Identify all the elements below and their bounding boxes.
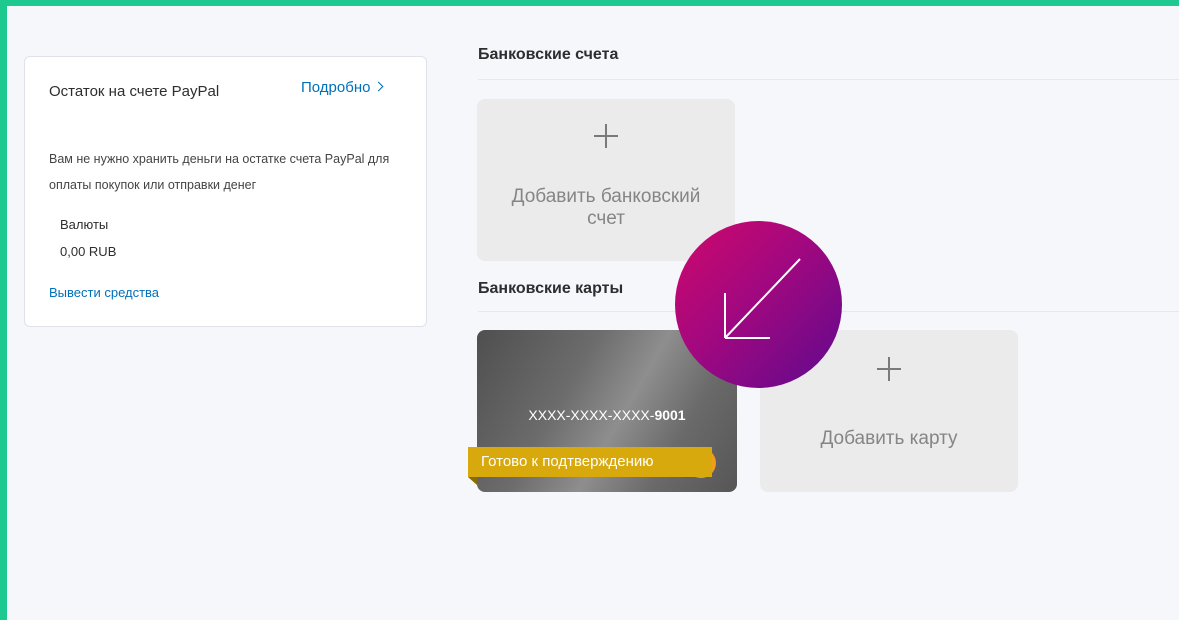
details-link-label: Подробно	[301, 79, 371, 96]
plus-icon	[594, 124, 618, 148]
withdraw-funds-link[interactable]: Вывести средства	[49, 285, 159, 300]
divider	[478, 79, 1179, 80]
balance-title: Остаток на счете PayPal	[49, 83, 220, 100]
card-number: XXXX-XXXX-XXXX-9001	[477, 407, 737, 423]
card-number-last4: 9001	[654, 407, 686, 423]
card-status-ribbon: Готово к подтверждению	[468, 447, 712, 477]
arrow-down-left-icon	[675, 221, 842, 388]
bank-accounts-heading: Банковские счета	[478, 46, 619, 63]
chevron-right-icon	[374, 81, 384, 92]
currency-value: 0,00 RUB	[60, 244, 117, 259]
plus-icon	[877, 357, 901, 381]
bank-cards-heading: Банковские карты	[478, 280, 624, 297]
balance-details-link[interactable]: Подробно	[301, 79, 384, 97]
card-number-masked: XXXX-XXXX-XXXX-	[528, 407, 655, 423]
balance-description: Вам не нужно хранить деньги на остатке с…	[49, 152, 390, 192]
add-card-label: Добавить карту	[820, 428, 958, 449]
ribbon-fold	[468, 477, 477, 485]
currency-label: Валюты	[60, 217, 109, 232]
paypal-balance-card: Остаток на счете PayPal Подробно Вам не …	[24, 56, 427, 327]
